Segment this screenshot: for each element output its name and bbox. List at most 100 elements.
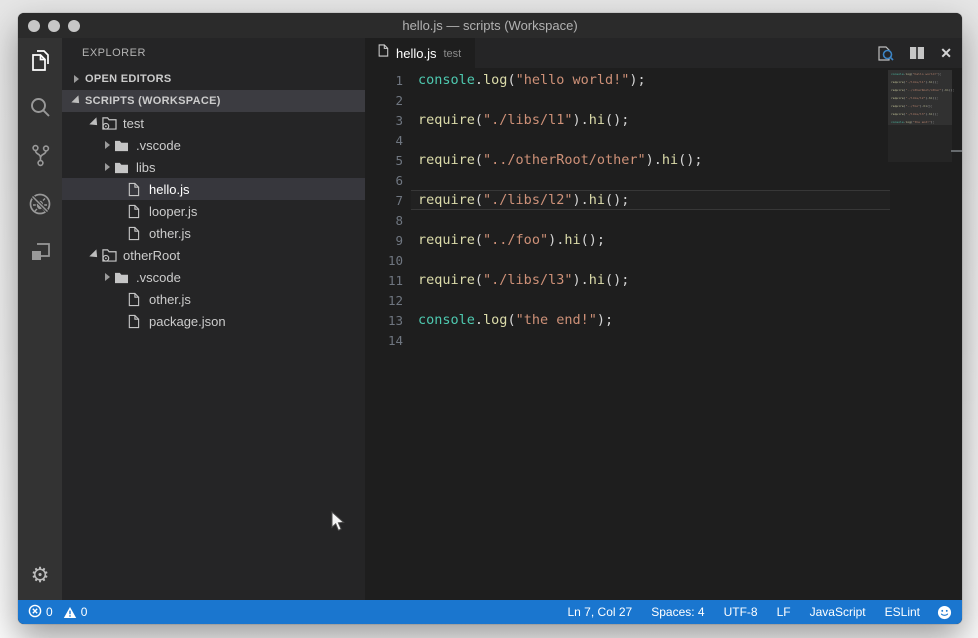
code-line-12[interactable]: 12 (365, 290, 962, 310)
gear-icon[interactable]: ⚙ (18, 564, 62, 586)
chevron-collapsed-icon (101, 140, 114, 150)
tab-hello-js[interactable]: hello.js test (365, 38, 475, 68)
line-number: 12 (365, 293, 403, 308)
minimize-window-icon[interactable] (48, 20, 60, 32)
explorer-sidebar: EXPLORER OPEN EDITORSSCRIPTS (WORKSPACE)… (62, 38, 365, 600)
close-icon[interactable]: ✕ (940, 46, 952, 60)
tree-item-test[interactable]: test (62, 112, 365, 134)
chevron-collapsed-icon (114, 228, 127, 238)
code-line-8[interactable]: 8 (365, 210, 962, 230)
code-text: require("./libs/l1").hi(); (418, 112, 629, 128)
chevron-collapsed-icon (114, 316, 127, 326)
code-line-7[interactable]: 7require("./libs/l2").hi(); (365, 190, 962, 210)
tree-item--vscode[interactable]: .vscode (62, 266, 365, 288)
line-number: 6 (365, 173, 403, 188)
code-line-5[interactable]: 5require("../otherRoot/other").hi(); (365, 150, 962, 170)
smiley-icon[interactable] (937, 605, 952, 620)
status-item-spaces-4[interactable]: Spaces: 4 (651, 605, 704, 619)
code-line-6[interactable]: 6 (365, 170, 962, 190)
tree-item-otherroot[interactable]: otherRoot (62, 244, 365, 266)
file-icon (127, 204, 147, 219)
debug-button[interactable] (18, 182, 62, 230)
source-control-button[interactable] (18, 134, 62, 182)
line-number: 4 (365, 133, 403, 148)
problems-indicator[interactable]: 0 0 (28, 604, 87, 621)
code-line-10[interactable]: 10 (365, 250, 962, 270)
code-line-2[interactable]: 2 (365, 90, 962, 110)
chevron-collapsed-icon (101, 162, 114, 172)
file-icon (127, 292, 147, 307)
tree-item-other-js[interactable]: other.js (62, 288, 365, 310)
title-bar[interactable]: hello.js — scripts (Workspace) (18, 13, 962, 38)
search-button[interactable] (18, 86, 62, 134)
code-line-9[interactable]: 9require("../foo").hi(); (365, 230, 962, 250)
tree-item-package-json[interactable]: package.json (62, 310, 365, 332)
tree-item-open-editors[interactable]: OPEN EDITORS (62, 68, 365, 90)
extensions-button[interactable] (18, 230, 62, 278)
tree-item-hello-js[interactable]: hello.js (62, 178, 365, 200)
status-item-utf-8[interactable]: UTF-8 (724, 605, 758, 619)
zoom-window-icon[interactable] (68, 20, 80, 32)
status-item-ln-7-col-27[interactable]: Ln 7, Col 27 (568, 605, 633, 619)
line-number: 7 (365, 193, 403, 208)
code-area[interactable]: 1 console.log("hello world!"); 2 3 require("… (365, 70, 962, 350)
code-line-1[interactable]: 1 console.log("hello world!"); (365, 70, 962, 90)
chevron-collapsed-icon (70, 74, 83, 84)
tree-item-looper-js[interactable]: looper.js (62, 200, 365, 222)
preview-search-icon[interactable] (876, 45, 894, 62)
extensions-icon (28, 239, 53, 269)
chevron-collapsed-icon (101, 272, 114, 282)
code-line-3[interactable]: 3 require("./libs/l1").hi(); (365, 110, 962, 130)
file-tree: OPEN EDITORS SCRIPTS (WORKSPACE) test .vsco… (62, 68, 365, 600)
activity-bar: ⚙ (18, 38, 62, 600)
error-count: 0 (46, 605, 53, 619)
code-text: require("../foo").hi(); (418, 232, 605, 248)
overview-ruler-cursor-mark (951, 150, 962, 152)
code-text: console.log("hello world!"); (418, 72, 646, 88)
folder-icon (114, 139, 134, 152)
close-window-icon[interactable] (28, 20, 40, 32)
tree-item-label: OPEN EDITORS (85, 73, 172, 85)
minimap-code: console.log("hello world!"); require("./… (891, 72, 954, 128)
tree-item-other-js[interactable]: other.js (62, 222, 365, 244)
chevron-collapsed-icon (114, 184, 127, 194)
code-line-11[interactable]: 11require("./libs/l3").hi(); (365, 270, 962, 290)
tree-item-scripts-workspace-[interactable]: SCRIPTS (WORKSPACE) (62, 90, 365, 112)
minimap[interactable]: console.log("hello world!"); require("./… (888, 70, 952, 162)
line-number: 8 (365, 213, 403, 228)
chevron-collapsed-icon (114, 294, 127, 304)
explorer-button[interactable] (18, 38, 62, 86)
status-item-eslint[interactable]: ESLint (885, 605, 920, 619)
line-number: 3 (365, 113, 403, 128)
folder-icon (114, 161, 134, 174)
code-line-14[interactable]: 14 (365, 330, 962, 350)
tree-item-label: looper.js (149, 204, 197, 219)
editor-actions: ✕ (876, 38, 952, 68)
tree-item-label: .vscode (136, 270, 181, 285)
traffic-lights[interactable] (28, 20, 80, 32)
debug-icon (27, 191, 53, 222)
code-editor[interactable]: 1 console.log("hello world!"); 2 3 require("… (365, 68, 962, 600)
tree-item-label: hello.js (149, 182, 189, 197)
tree-item--vscode[interactable]: .vscode (62, 134, 365, 156)
tree-item-label: test (123, 116, 144, 131)
tree-item-label: libs (136, 160, 156, 175)
status-item-lf[interactable]: LF (777, 605, 791, 619)
warning-count: 0 (81, 605, 88, 619)
line-number: 2 (365, 93, 403, 108)
code-line-13[interactable]: 13console.log("the end!"); (365, 310, 962, 330)
folder-icon (114, 271, 134, 284)
status-item-javascript[interactable]: JavaScript (810, 605, 866, 619)
status-bar-right: Ln 7, Col 27 Spaces: 4 UTF-8 LF JavaScript ES… (549, 605, 953, 620)
warning-icon (63, 606, 77, 619)
tree-item-label: package.json (149, 314, 226, 329)
code-line-4[interactable]: 4 (365, 130, 962, 150)
code-text: require("../otherRoot/other").hi(); (418, 152, 703, 168)
file-icon (127, 182, 147, 197)
split-editor-icon[interactable] (909, 46, 925, 60)
file-icon (127, 226, 147, 241)
chevron-expanded-icon (70, 96, 83, 106)
source-control-icon (28, 143, 53, 173)
line-number: 1 (365, 73, 403, 88)
tree-item-libs[interactable]: libs (62, 156, 365, 178)
